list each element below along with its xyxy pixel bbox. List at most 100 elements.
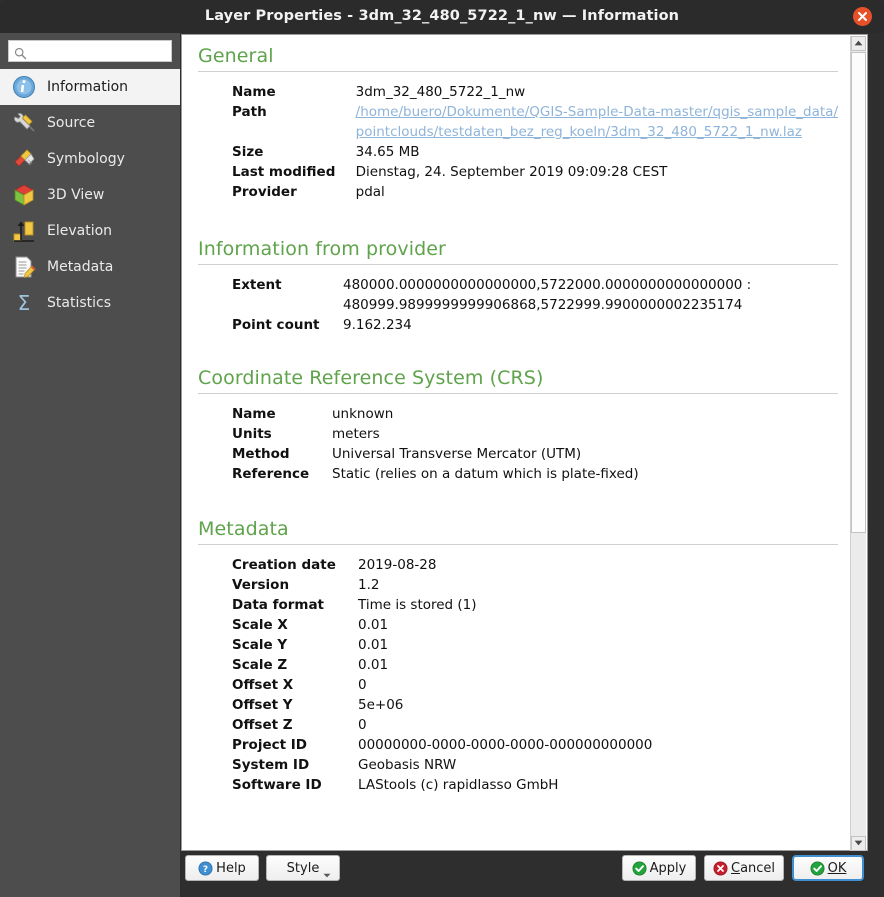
row-value: Universal Transverse Mercator (UTM) [332,446,582,462]
row-label: Scale X [232,617,288,633]
search-box[interactable] [8,40,172,62]
sidebar-item-source[interactable]: Source [0,105,180,141]
style-button-label: Style [286,860,320,876]
check-circle-green-icon [810,861,825,876]
row-value: unknown [332,406,394,422]
check-circle-green-icon [632,861,647,876]
row-label: Scale Y [232,637,288,653]
sidebar-item-label: 3D View [47,187,105,203]
path-link[interactable]: /home/buero/Dokumente/QGIS-Sample-Data-m… [356,104,838,140]
row-value: 2019-08-28 [358,557,437,573]
provider-info-table: Extent 480000.0000000000000000,5722000.0… [198,275,751,335]
table-row: Software ID LAStools (c) rapidlasso GmbH [198,775,652,795]
metadata-icon [10,253,38,281]
crs-table: Name unknown Units meters Method Univers… [198,404,639,484]
table-row: Provider pdal [198,182,838,202]
sidebar-item-symbology[interactable]: Symbology [0,141,180,177]
table-row: Data format Time is stored (1) [198,595,652,615]
table-row: Path /home/buero/Dokumente/QGIS-Sample-D… [198,102,838,142]
table-row: Point count 9.162.234 [198,315,751,335]
row-label: Offset Z [232,717,293,733]
row-label: Provider [232,184,297,200]
row-label: System ID [232,757,310,773]
table-row: Offset Y 5e+06 [198,695,652,715]
sidebar: Information Source Symbology 3D View Ele… [0,33,180,897]
sidebar-item-label: Elevation [47,223,113,239]
scroll-up-arrow-icon[interactable] [851,36,866,51]
search-icon [14,45,27,60]
window-title: Layer Properties - 3dm_32_480_5722_1_nw … [204,8,680,24]
table-row: Version 1.2 [198,575,652,595]
row-value: Time is stored (1) [358,597,477,613]
style-button[interactable]: Style [266,855,340,881]
sidebar-item-label: Statistics [47,295,111,311]
row-label: Scale Z [232,657,288,673]
row-value: LAStools (c) rapidlasso GmbH [358,777,559,793]
ok-button-label: OK [828,861,847,876]
cancel-label-rest: ancel [740,860,776,876]
ok-button[interactable]: OK [792,855,864,881]
ok-accel-letters: OK [827,860,847,876]
layer-properties-dialog: Layer Properties - 3dm_32_480_5722_1_nw … [0,0,884,897]
row-value: 5e+06 [358,697,404,713]
row-label: Offset X [232,677,294,693]
table-row: Scale Y 0.01 [198,635,652,655]
row-label: Project ID [232,737,307,753]
row-value: 0 [358,717,367,733]
section-divider [198,393,838,394]
close-icon[interactable] [853,7,872,26]
metadata-table: Creation date 2019-08-28 Version 1.2 Dat… [198,555,652,795]
cancel-button-label: Cancel [731,861,775,876]
statistics-icon: Σ [10,289,38,317]
row-value: 9.162.234 [343,317,412,333]
sidebar-item-label: Information [47,79,129,95]
sidebar-item-information[interactable]: Information [0,69,180,105]
table-row: Last modified Dienstag, 24. September 20… [198,162,838,182]
sidebar-item-label: Metadata [47,259,114,275]
source-icon [10,109,38,137]
row-value: Geobasis NRW [358,757,457,773]
3d-view-icon [10,181,38,209]
table-row: Creation date 2019-08-28 [198,555,652,575]
row-value: Dienstag, 24. September 2019 09:09:28 CE… [355,164,668,180]
svg-text:Σ: Σ [18,291,31,315]
help-icon: ? [198,861,213,876]
table-row: Scale Z 0.01 [198,655,652,675]
table-row: Name unknown [198,404,639,424]
row-value: 34.65 MB [355,144,420,160]
table-row: Size 34.65 MB [198,142,838,162]
help-button[interactable]: ? Help [185,855,259,881]
cancel-button[interactable]: Cancel [704,855,784,881]
sidebar-item-elevation[interactable]: Elevation [0,213,180,249]
cancel-accel-letter: C [730,860,741,876]
row-label: Method [232,446,290,462]
row-label: Path [232,104,267,120]
help-button-label: Help [216,860,246,876]
sidebar-item-metadata[interactable]: Metadata [0,249,180,285]
apply-button[interactable]: Apply [622,855,696,881]
row-label: Offset Y [232,697,293,713]
content-panel: General Name 3dm_32_480_5722_1_nw Path /… [181,34,868,851]
row-value: 480000.0000000000000000,5722000.00000000… [343,277,752,313]
row-label: Last modified [232,164,336,180]
table-row: System ID Geobasis NRW [198,755,652,775]
row-value: meters [332,426,380,442]
row-value: pdal [355,184,385,200]
table-row: Method Universal Transverse Mercator (UT… [198,444,639,464]
dialog-button-bar: ? Help Style Apply Cancel OK [181,855,868,887]
row-label: Size [232,144,264,160]
table-row: Project ID 00000000-0000-0000-0000-00000… [198,735,652,755]
scroll-down-arrow-icon[interactable] [851,836,866,851]
row-label: Version [232,577,290,593]
search-input[interactable] [31,41,169,61]
sidebar-item-3d-view[interactable]: 3D View [0,177,180,213]
vertical-scrollbar[interactable] [850,36,866,851]
chevron-down-icon [323,867,331,882]
scrollbar-thumb[interactable] [851,52,866,533]
row-value: 3dm_32_480_5722_1_nw [355,84,526,100]
sidebar-item-statistics[interactable]: Σ Statistics [0,285,180,321]
row-label: Name [232,84,276,100]
apply-button-label: Apply [649,860,687,876]
row-label: Software ID [232,777,322,793]
section-divider [198,544,838,545]
